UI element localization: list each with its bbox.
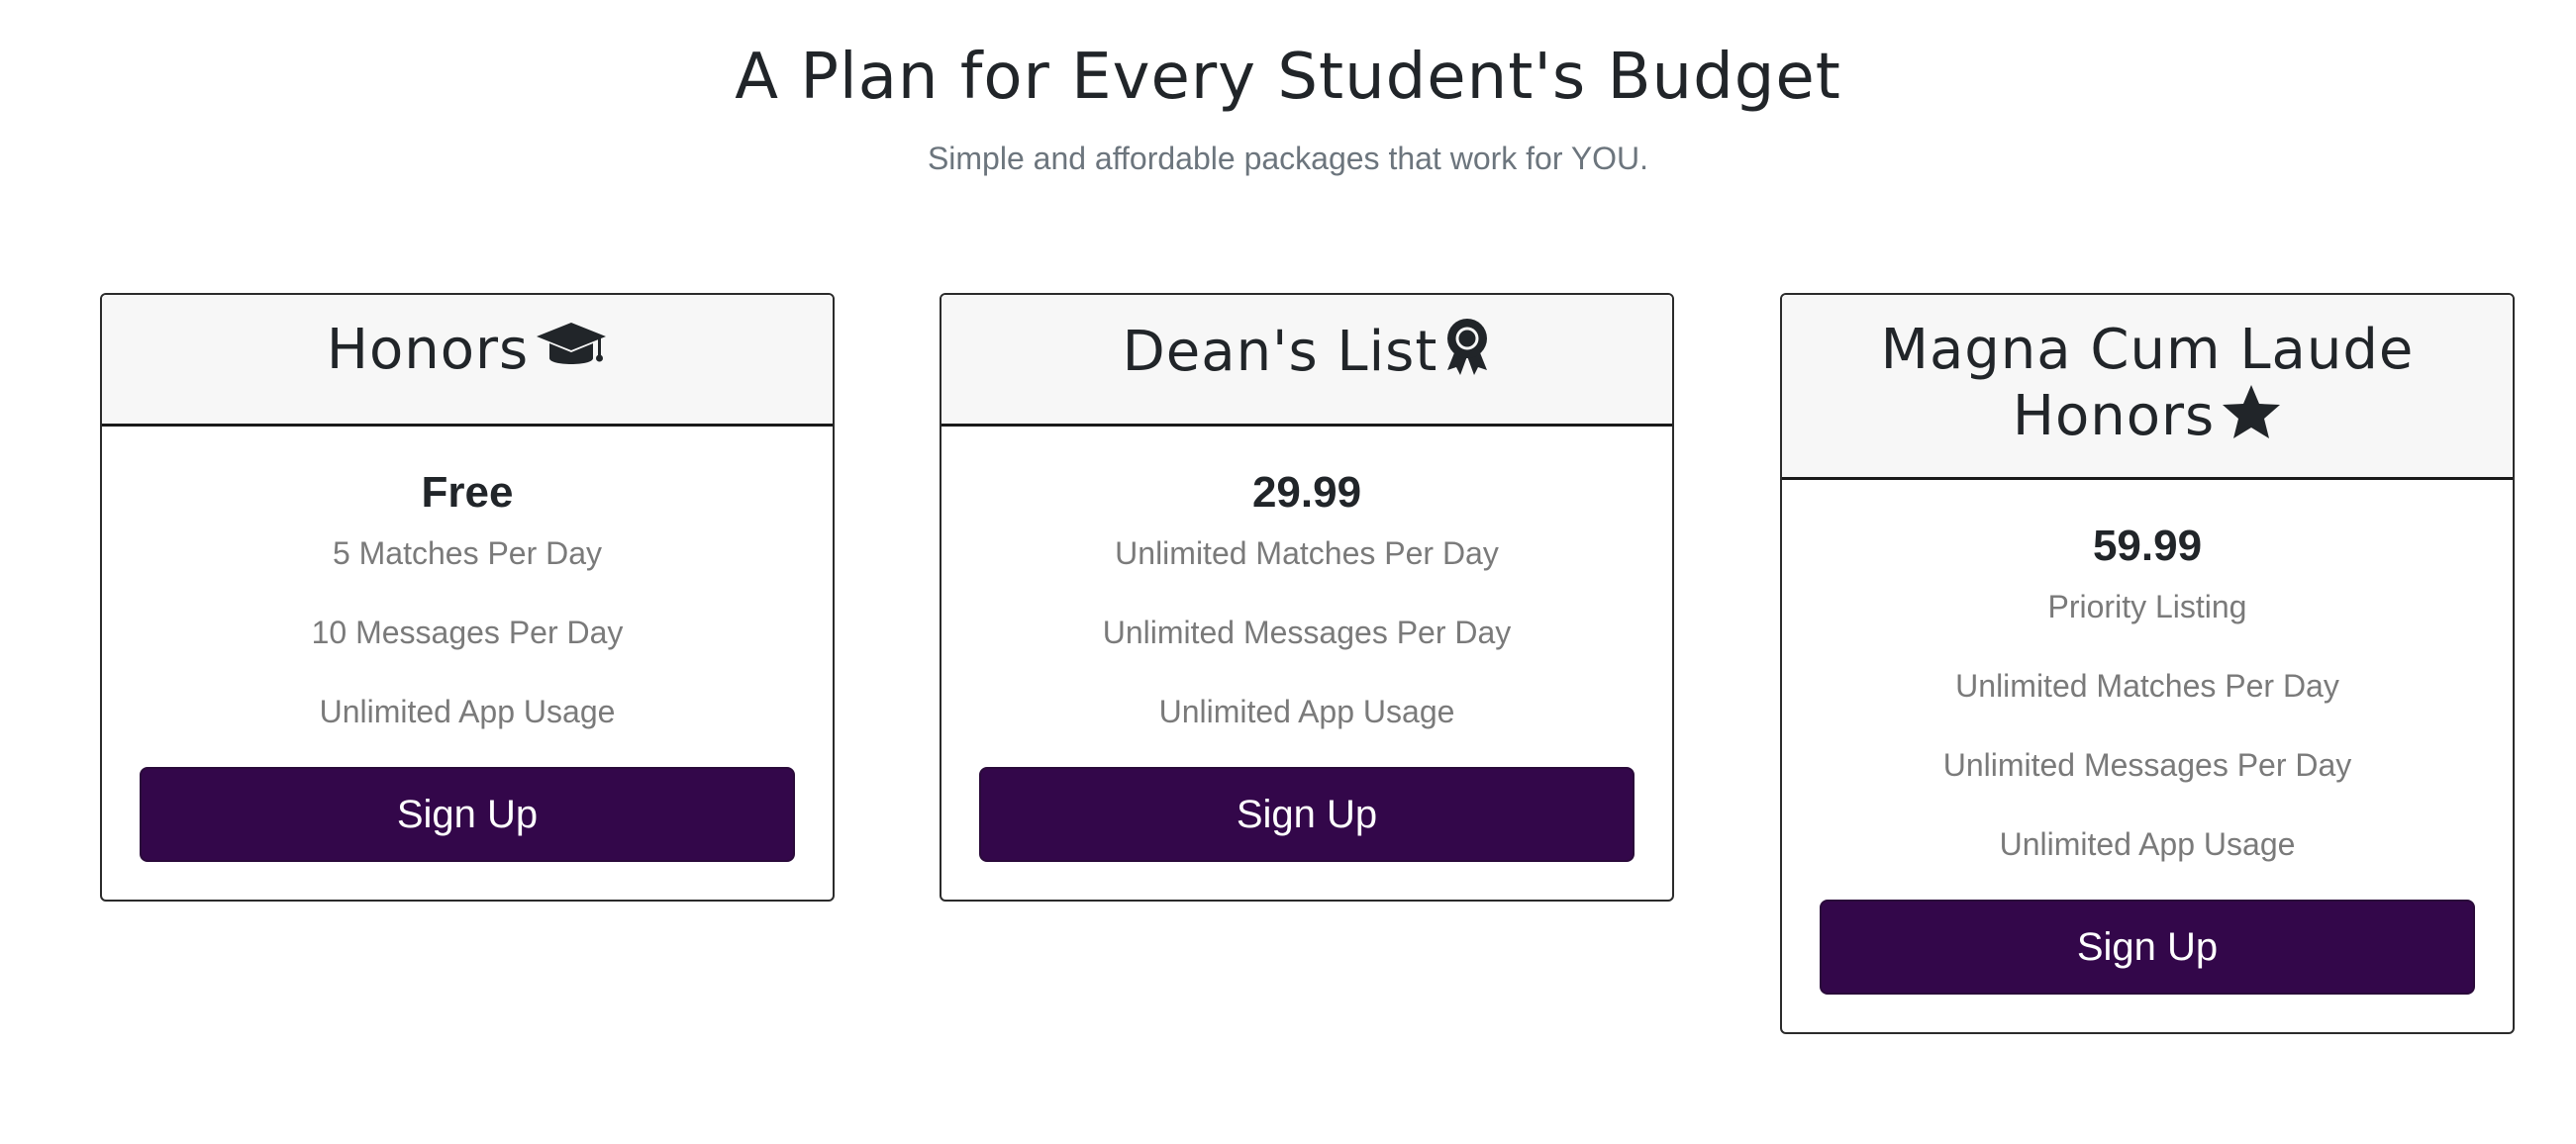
plan-price: Free bbox=[421, 468, 514, 517]
plan-title: Honors bbox=[132, 317, 803, 389]
feature-item: Priority Listing bbox=[2047, 589, 2247, 624]
plan-name: Magna Cum Laude Honors bbox=[1880, 318, 2415, 448]
plan-title: Magna Cum Laude Honors bbox=[1812, 317, 2483, 455]
sign-up-button[interactable]: Sign Up bbox=[140, 767, 795, 862]
plan-card-body: 59.99 Priority Listing Unlimited Matches… bbox=[1782, 480, 2513, 1032]
plan-card-header: Honors bbox=[102, 295, 833, 427]
plan-card-honors: Honors Free 5 Matches Per Day 10 Message… bbox=[100, 293, 835, 902]
page-title: A Plan for Every Student's Budget bbox=[735, 41, 1841, 114]
plan-card-body: Free 5 Matches Per Day 10 Messages Per D… bbox=[102, 427, 833, 900]
award-ribbon-icon bbox=[1443, 317, 1491, 391]
page-subtitle: Simple and affordable packages that work… bbox=[927, 141, 1649, 176]
plan-name: Dean's List bbox=[1122, 320, 1438, 384]
feature-item: Unlimited Matches Per Day bbox=[1115, 535, 1499, 571]
feature-item: 5 Matches Per Day bbox=[332, 535, 603, 571]
sign-up-button[interactable]: Sign Up bbox=[1820, 900, 2475, 995]
feature-item: Unlimited App Usage bbox=[1999, 826, 2296, 862]
plan-features: Priority Listing Unlimited Matches Per D… bbox=[1820, 587, 2475, 864]
plan-title: Dean's List bbox=[971, 317, 1642, 391]
pricing-hero: A Plan for Every Student's Budget Simple… bbox=[0, 0, 2576, 178]
graduation-cap-icon bbox=[535, 319, 608, 389]
feature-item: Unlimited Messages Per Day bbox=[1942, 747, 2352, 783]
plan-card-header: Magna Cum Laude Honors bbox=[1782, 295, 2513, 480]
plan-card-header: Dean's List bbox=[941, 295, 1672, 427]
plan-card-deans-list: Dean's List 29.99 Unlimited Matches Per … bbox=[940, 293, 1674, 902]
plan-price: 59.99 bbox=[2092, 522, 2203, 570]
plan-name: Honors bbox=[326, 318, 530, 382]
feature-item: Unlimited Messages Per Day bbox=[1102, 615, 1512, 650]
sign-up-button[interactable]: Sign Up bbox=[979, 767, 1635, 862]
feature-item: Unlimited App Usage bbox=[319, 694, 616, 729]
star-icon bbox=[2221, 383, 2282, 455]
feature-item: Unlimited App Usage bbox=[1158, 694, 1455, 729]
plan-card-body: 29.99 Unlimited Matches Per Day Unlimite… bbox=[941, 427, 1672, 900]
feature-item: 10 Messages Per Day bbox=[311, 615, 624, 650]
plan-features: Unlimited Matches Per Day Unlimited Mess… bbox=[979, 533, 1635, 731]
feature-item: Unlimited Matches Per Day bbox=[1955, 668, 2339, 704]
plan-card-magna-cum-laude: Magna Cum Laude Honors 59.99 Priority Li… bbox=[1780, 293, 2515, 1034]
plan-price: 29.99 bbox=[1251, 468, 1362, 517]
plan-features: 5 Matches Per Day 10 Messages Per Day Un… bbox=[140, 533, 795, 731]
